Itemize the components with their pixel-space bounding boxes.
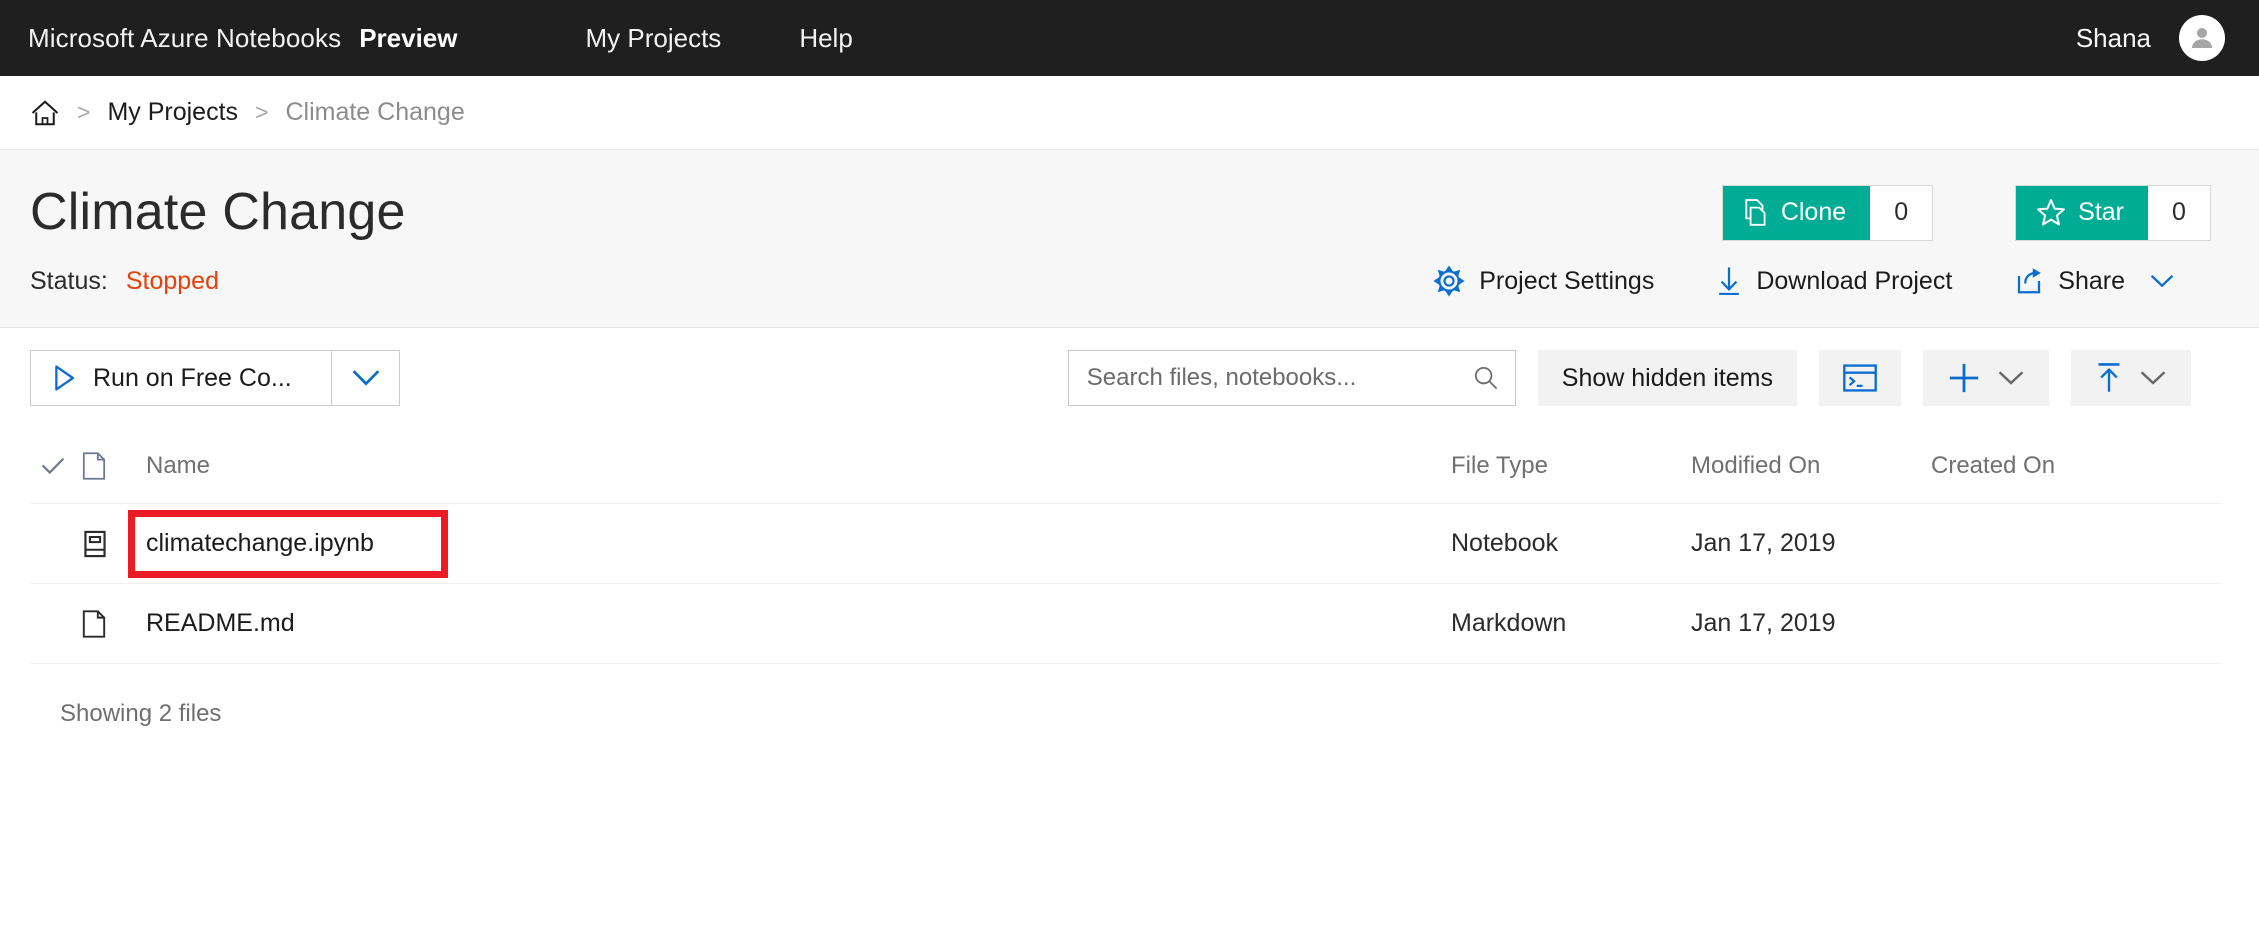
search-icon[interactable] (1473, 365, 1499, 391)
project-settings-label: Project Settings (1479, 267, 1654, 296)
file-icon (82, 610, 106, 638)
run-split-button: Run on Free Co... (30, 350, 400, 406)
run-on-free-compute-button[interactable]: Run on Free Co... (31, 351, 331, 405)
project-title-row: Climate Change Clone 0 Star (0, 150, 2259, 255)
file-toolbar: Run on Free Co... Show hidden items (0, 328, 2259, 428)
column-header-name[interactable]: Name (134, 452, 1451, 480)
star-button[interactable]: Star (2016, 186, 2148, 240)
preview-badge: Preview (359, 23, 457, 54)
row-modified-on: Jan 17, 2019 (1691, 609, 1931, 638)
row-file-type: Markdown (1451, 609, 1691, 638)
upload-icon (2095, 361, 2123, 395)
home-icon (30, 99, 60, 127)
clone-split-button: Clone 0 (1722, 185, 1933, 241)
status-label: Status: (30, 267, 108, 296)
play-icon (51, 364, 77, 392)
file-type-icon-header (82, 452, 134, 480)
file-icon (82, 452, 106, 480)
project-status-row: Status: Stopped Project Settings (0, 255, 2259, 327)
nav-help[interactable]: Help (799, 23, 852, 54)
breadcrumb-item-my-projects[interactable]: My Projects (107, 98, 238, 127)
new-item-button[interactable] (1923, 350, 2049, 406)
file-table: Name File Type Modified On Created On cl… (0, 428, 2259, 728)
row-modified-on: Jan 17, 2019 (1691, 529, 1931, 558)
search-input[interactable] (1087, 364, 1473, 392)
row-file-icon (82, 530, 134, 558)
star-split-button: Star 0 (2015, 185, 2211, 241)
download-project-label: Download Project (1756, 267, 1952, 296)
checkmark-icon (40, 456, 66, 476)
copy-icon (1743, 199, 1769, 227)
nav-my-projects[interactable]: My Projects (586, 23, 722, 54)
download-project-button[interactable]: Download Project (1716, 265, 1952, 297)
show-hidden-items-button[interactable]: Show hidden items (1538, 350, 1797, 406)
project-action-buttons: Clone 0 Star 0 (1722, 185, 2213, 241)
show-hidden-items-label: Show hidden items (1562, 364, 1773, 393)
row-file-icon (82, 610, 134, 638)
nav-links: My Projects Help (586, 23, 931, 54)
share-label: Share (2058, 267, 2125, 296)
plus-icon (1947, 361, 1981, 395)
avatar[interactable] (2179, 15, 2225, 61)
star-button-label: Star (2078, 198, 2124, 227)
user-name-label: Shana (2076, 23, 2151, 54)
terminal-icon (1843, 364, 1877, 392)
chevron-down-icon (2149, 272, 2175, 290)
column-header-file-type[interactable]: File Type (1451, 452, 1691, 480)
clone-button[interactable]: Clone (1723, 186, 1870, 240)
chevron-down-icon[interactable] (2139, 369, 2167, 387)
breadcrumb-separator-1: > (77, 99, 90, 126)
page-title: Climate Change (30, 184, 406, 241)
row-file-name[interactable]: README.md (134, 609, 1451, 638)
table-row[interactable]: README.md Markdown Jan 17, 2019 (30, 584, 2221, 664)
row-file-type: Notebook (1451, 529, 1691, 558)
project-settings-button[interactable]: Project Settings (1433, 265, 1654, 297)
search-box[interactable] (1068, 350, 1516, 406)
table-row[interactable]: climatechange.ipynb Notebook Jan 17, 201… (30, 504, 2221, 584)
share-icon (2014, 266, 2044, 296)
upload-button[interactable] (2071, 350, 2191, 406)
notebook-icon (82, 530, 108, 558)
gear-icon (1433, 265, 1465, 297)
chevron-down-icon[interactable] (1997, 369, 2025, 387)
clone-button-label: Clone (1781, 198, 1846, 227)
terminal-button[interactable] (1819, 350, 1901, 406)
file-count-label: Showing 2 files (30, 664, 2221, 728)
row-file-name[interactable]: climatechange.ipynb (134, 529, 1451, 558)
breadcrumb-item-climate-change: Climate Change (285, 98, 464, 127)
person-icon (2187, 23, 2217, 53)
nav-user-area[interactable]: Shana (2076, 15, 2225, 61)
download-arrow-icon (1716, 265, 1742, 297)
project-header-panel: Climate Change Clone 0 Star (0, 150, 2259, 328)
breadcrumb-separator-2: > (255, 99, 268, 126)
top-navigation-bar: Microsoft Azure Notebooks Preview My Pro… (0, 0, 2259, 76)
select-all-checkbox[interactable] (30, 456, 82, 476)
project-tool-links: Project Settings Download Project Share (1433, 265, 2213, 297)
status-badge: Stopped (126, 267, 219, 296)
clone-count[interactable]: 0 (1870, 186, 1932, 240)
run-button-label: Run on Free Co... (93, 364, 292, 393)
run-dropdown-button[interactable] (331, 351, 399, 405)
brand-title[interactable]: Microsoft Azure Notebooks (28, 23, 341, 54)
breadcrumb: > My Projects > Climate Change (0, 76, 2259, 150)
star-icon (2036, 198, 2066, 227)
chevron-down-icon (351, 368, 381, 388)
file-toolbar-right: Show hidden items (1068, 350, 2229, 406)
breadcrumb-home-link[interactable] (30, 99, 60, 127)
column-header-modified-on[interactable]: Modified On (1691, 452, 1931, 480)
file-table-header: Name File Type Modified On Created On (30, 428, 2221, 504)
share-button[interactable]: Share (2014, 266, 2175, 296)
star-count[interactable]: 0 (2148, 186, 2210, 240)
column-header-created-on[interactable]: Created On (1931, 452, 2221, 480)
